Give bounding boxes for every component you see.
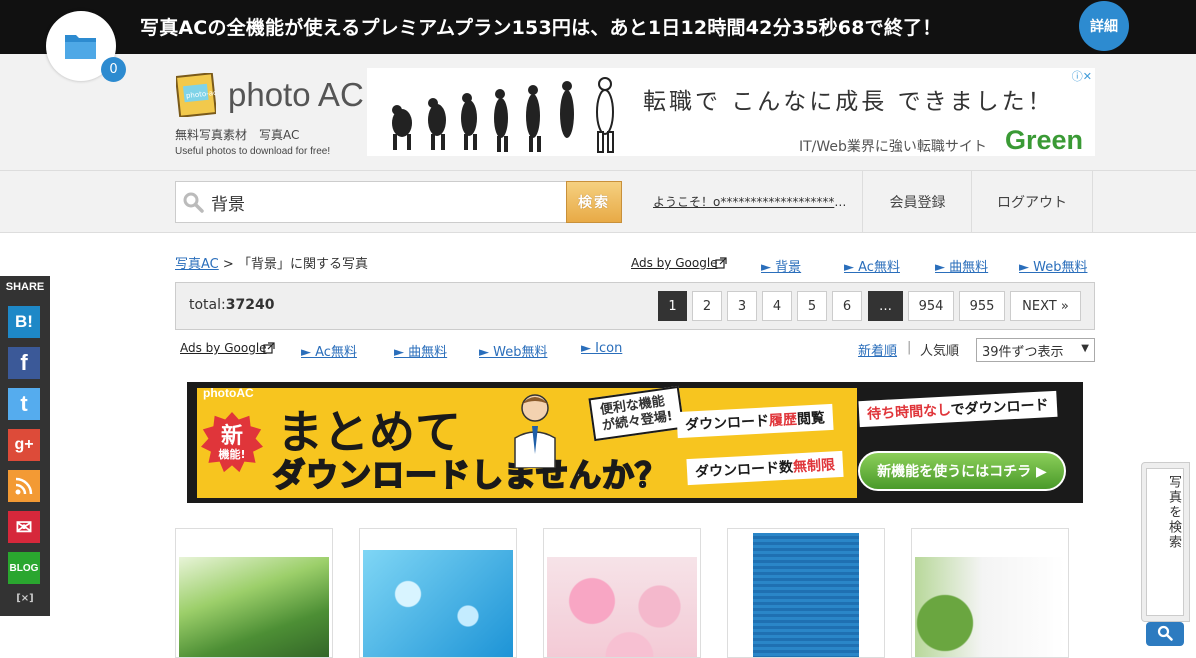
register-button[interactable]: 会員登録 — [862, 171, 972, 232]
chevron-down-icon: ▼ — [1081, 343, 1089, 354]
results-bar — [175, 282, 1095, 330]
breadcrumb-home[interactable]: 写真AC — [175, 257, 219, 272]
ad-choices-icon[interactable]: ⓘ✕ — [1062, 68, 1095, 83]
logo-subtitle: 無料写真素材 写真AC — [175, 128, 300, 142]
sort-popular-link[interactable]: 人気順 — [920, 340, 959, 359]
promo-text[interactable]: 写真ACの全機能が使えるプレミアムプラン153円は、あと1日12時間42分35秒… — [140, 13, 941, 40]
logo-name[interactable]: photo AC — [228, 76, 364, 114]
share-close-button[interactable]: [×] — [0, 593, 50, 604]
search-button[interactable]: 検索 — [566, 181, 622, 223]
banner-tag-nowait: 待ち時間なしでダウンロード — [858, 390, 1058, 428]
total-label: total: — [189, 297, 226, 313]
page-955-button[interactable]: 955 — [959, 291, 1005, 321]
breadcrumb-current: 「背景」に関する写真 — [237, 257, 368, 272]
photo-thumbnail[interactable] — [727, 528, 885, 658]
sort-separator: | — [907, 340, 912, 355]
mail-share-button[interactable]: ✉ — [8, 511, 40, 543]
next-page-button[interactable]: NEXT » — [1010, 291, 1081, 321]
photo-green-plant-image — [915, 557, 1065, 657]
tag-history-b: 履歴 — [768, 411, 798, 430]
breadcrumb: 写真AC > 「背景」に関する写真 — [175, 253, 368, 272]
ads-by-google-label[interactable]: Ads by Google — [631, 256, 718, 270]
external-link-icon — [263, 342, 275, 354]
page-954-button[interactable]: 954 — [908, 291, 954, 321]
twitter-share-button[interactable]: t — [8, 388, 40, 420]
folder-count-badge: 0 — [101, 57, 126, 82]
photo-thumbnail[interactable] — [175, 528, 333, 658]
ad-link-web-free-2[interactable]: ► Web無料 — [479, 341, 547, 360]
photo-blue-bokeh-image — [363, 550, 513, 657]
new-badge-line2: 機能! — [218, 448, 246, 462]
tag-unlimited-b: 無制限 — [792, 457, 836, 476]
page-6-button[interactable]: 6 — [832, 291, 862, 321]
page-1-button[interactable]: 1 — [658, 291, 687, 321]
rss-icon — [15, 477, 33, 495]
photo-roses-image — [547, 557, 697, 657]
folder-icon — [65, 35, 96, 59]
tag-unlimited-a: ダウンロード数 — [694, 459, 794, 481]
page-4-button[interactable]: 4 — [762, 291, 792, 321]
side-search-input[interactable]: 写真を検索 — [1146, 468, 1184, 616]
ad-link-music-free[interactable]: ► 曲無料 — [935, 256, 988, 275]
magnifier-icon — [1157, 625, 1173, 641]
facebook-share-button[interactable]: f — [8, 347, 40, 379]
promo-detail-button[interactable]: 詳細 — [1079, 1, 1129, 51]
top-ad-brand: Green — [1005, 125, 1084, 155]
hatena-bookmark-button[interactable]: B! — [8, 306, 40, 338]
photo-blue-lines-image — [753, 533, 859, 657]
top-ad-subtext: IT/Web業界に強い転職サイト — [799, 139, 987, 155]
photo-thumbnail[interactable] — [911, 528, 1069, 658]
page-3-button[interactable]: 3 — [727, 291, 757, 321]
tag-nowait-b: でダウンロード — [950, 397, 1049, 419]
per-page-select[interactable]: 39件ずつ表示 ▼ — [976, 338, 1095, 362]
ad-link-ac-free[interactable]: ► Ac無料 — [844, 256, 900, 275]
rss-button[interactable] — [8, 470, 40, 502]
ads-by-google-label-2[interactable]: Ads by Google — [180, 341, 267, 355]
side-search-button[interactable] — [1146, 622, 1184, 646]
tag-history-a: ダウンロード — [684, 413, 770, 434]
photo-thumbnail[interactable] — [359, 528, 517, 658]
banner-cta-button[interactable]: 新機能を使うにはコチラ ▶ — [858, 451, 1066, 491]
breadcrumb-separator: > — [222, 257, 234, 272]
feature-banner[interactable]: photoAC 新 機能! まとめて ダウンロードしませんか？ 便利な機能 が続… — [187, 382, 1083, 503]
logo-icon[interactable]: photo-ac — [174, 72, 217, 118]
ad-link-haikei[interactable]: ► 背景 — [761, 256, 801, 275]
google-plus-share-button[interactable]: g+ — [8, 429, 40, 461]
welcome-user-link[interactable]: ようこそ！o*******************さん — [653, 193, 853, 210]
magnifier-icon — [183, 192, 204, 213]
logout-button[interactable]: ログアウト — [971, 171, 1093, 232]
blog-share-button[interactable]: BLOG — [8, 552, 40, 584]
tag-nowait-a: 待ち時間なし — [866, 402, 952, 423]
businessman-illustration — [514, 394, 556, 468]
ad-link-ac-free-2[interactable]: ► Ac無料 — [301, 341, 357, 360]
total-number: 37240 — [225, 297, 275, 313]
banner-logo: photoAC — [203, 386, 254, 400]
share-title: SHARE — [5, 281, 45, 293]
sort-newest-link[interactable]: 新着順 — [858, 340, 897, 359]
ad-link-music-free-2[interactable]: ► 曲無料 — [394, 341, 447, 360]
top-advertisement[interactable]: 転職で こんなに成長 できました！ IT/Web業界に強い転職サイト Green… — [367, 68, 1095, 156]
ad-link-web-free[interactable]: ► Web無料 — [1019, 256, 1087, 275]
per-page-value: 39件ずつ表示 — [982, 344, 1064, 360]
external-link-icon — [715, 257, 727, 269]
ad-link-icon[interactable]: ► Icon — [581, 341, 622, 356]
top-ad-headline: 転職で こんなに成長 できました！ — [643, 89, 1054, 115]
page-2-button[interactable]: 2 — [692, 291, 722, 321]
total-count: total:37240 — [189, 297, 274, 313]
page-5-button[interactable]: 5 — [797, 291, 827, 321]
photo-trees-image — [179, 557, 329, 657]
tag-history-c: 閲覧 — [796, 410, 826, 428]
logo-tagline: Useful photos to download for free! — [175, 146, 331, 157]
banner-subheadline: ダウンロードしませんか？ — [272, 455, 669, 495]
evolution-silhouettes-image — [392, 77, 614, 153]
search-input[interactable] — [211, 190, 551, 214]
page-ellipsis: … — [868, 291, 903, 321]
new-badge-line1: 新 — [220, 423, 243, 449]
photo-thumbnail[interactable] — [543, 528, 701, 658]
